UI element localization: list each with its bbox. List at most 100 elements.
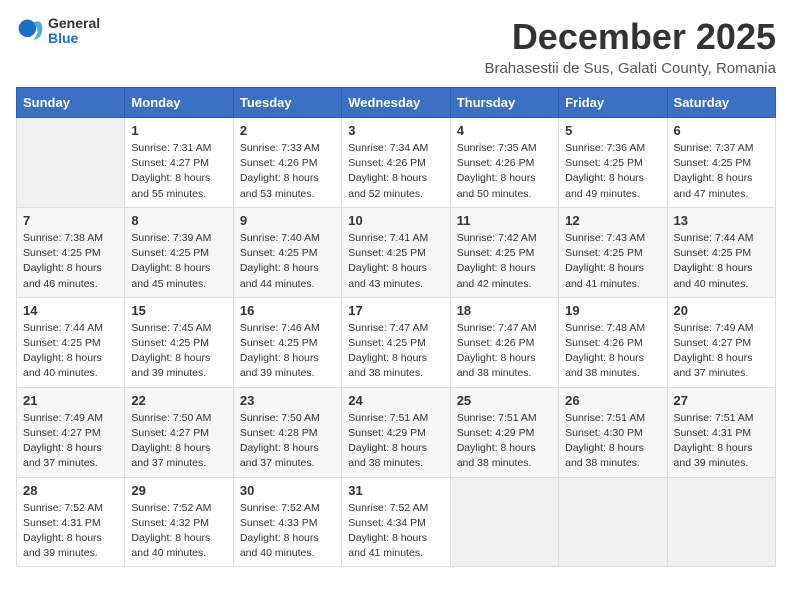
- calendar-week-row: 1 Sunrise: 7:31 AM Sunset: 4:27 PM Daylig…: [17, 118, 776, 208]
- day-number: 29: [131, 483, 226, 498]
- day-number: 30: [240, 483, 335, 498]
- day-info: Sunrise: 7:34 AM Sunset: 4:26 PM Dayligh…: [348, 141, 443, 202]
- day-number: 2: [240, 123, 335, 138]
- day-info: Sunrise: 7:52 AM Sunset: 4:32 PM Dayligh…: [131, 501, 226, 562]
- day-number: 1: [131, 123, 226, 138]
- calendar-cell: 6 Sunrise: 7:37 AM Sunset: 4:25 PM Daylig…: [667, 118, 775, 208]
- day-number: 15: [131, 303, 226, 318]
- day-number: 7: [23, 213, 118, 228]
- calendar-cell: 3 Sunrise: 7:34 AM Sunset: 4:26 PM Daylig…: [342, 118, 450, 208]
- day-info: Sunrise: 7:41 AM Sunset: 4:25 PM Dayligh…: [348, 231, 443, 292]
- calendar-cell: 7 Sunrise: 7:38 AM Sunset: 4:25 PM Daylig…: [17, 207, 125, 297]
- logo-blue: Blue: [48, 31, 100, 46]
- day-info: Sunrise: 7:36 AM Sunset: 4:25 PM Dayligh…: [565, 141, 660, 202]
- calendar-cell: 2 Sunrise: 7:33 AM Sunset: 4:26 PM Daylig…: [233, 118, 341, 208]
- calendar-cell: [559, 477, 667, 567]
- day-info: Sunrise: 7:51 AM Sunset: 4:29 PM Dayligh…: [457, 411, 552, 472]
- day-number: 11: [457, 213, 552, 228]
- calendar-cell: 4Sunrise: 7:35 AM Sunset: 4:26 PM Daylig…: [450, 118, 558, 208]
- day-info: Sunrise: 7:52 AM Sunset: 4:34 PM Dayligh…: [348, 501, 443, 562]
- day-info: Sunrise: 7:45 AM Sunset: 4:25 PM Dayligh…: [131, 321, 226, 382]
- day-info: Sunrise: 7:50 AM Sunset: 4:27 PM Dayligh…: [131, 411, 226, 472]
- calendar-cell: 16 Sunrise: 7:46 AM Sunset: 4:25 PM Dayli…: [233, 297, 341, 387]
- location-subtitle: Brahasestii de Sus, Galati County, Roman…: [484, 60, 776, 77]
- logo: General Blue: [16, 16, 100, 47]
- day-number: 23: [240, 393, 335, 408]
- day-info: Sunrise: 7:52 AM Sunset: 4:33 PM Dayligh…: [240, 501, 335, 562]
- calendar-cell: [17, 118, 125, 208]
- day-info: Sunrise: 7:46 AM Sunset: 4:25 PM Dayligh…: [240, 321, 335, 382]
- day-number: 22: [131, 393, 226, 408]
- calendar-cell: 1 Sunrise: 7:31 AM Sunset: 4:27 PM Daylig…: [125, 118, 233, 208]
- weekday-header-wednesday: Wednesday: [342, 88, 450, 118]
- calendar-cell: 30 Sunrise: 7:52 AM Sunset: 4:33 PM Dayli…: [233, 477, 341, 567]
- day-info: Sunrise: 7:51 AM Sunset: 4:31 PM Dayligh…: [674, 411, 769, 472]
- logo-general: General: [48, 16, 100, 31]
- calendar-week-row: 7 Sunrise: 7:38 AM Sunset: 4:25 PM Daylig…: [17, 207, 776, 297]
- day-info: Sunrise: 7:50 AM Sunset: 4:28 PM Dayligh…: [240, 411, 335, 472]
- day-number: 9: [240, 213, 335, 228]
- day-number: 26: [565, 393, 660, 408]
- calendar-cell: 10 Sunrise: 7:41 AM Sunset: 4:25 PM Dayli…: [342, 207, 450, 297]
- day-number: 3: [348, 123, 443, 138]
- calendar-week-row: 14 Sunrise: 7:44 AM Sunset: 4:25 PM Dayli…: [17, 297, 776, 387]
- day-number: 8: [131, 213, 226, 228]
- day-number: 5: [565, 123, 660, 138]
- day-info: Sunrise: 7:40 AM Sunset: 4:25 PM Dayligh…: [240, 231, 335, 292]
- calendar-cell: 19Sunrise: 7:48 AM Sunset: 4:26 PM Dayli…: [559, 297, 667, 387]
- calendar-cell: 11 Sunrise: 7:42 AM Sunset: 4:25 PM Dayli…: [450, 207, 558, 297]
- calendar-cell: 25 Sunrise: 7:51 AM Sunset: 4:29 PM Dayli…: [450, 387, 558, 477]
- day-info: Sunrise: 7:39 AM Sunset: 4:25 PM Dayligh…: [131, 231, 226, 292]
- day-number: 14: [23, 303, 118, 318]
- logo-icon: [16, 17, 44, 45]
- day-number: 24: [348, 393, 443, 408]
- day-info: Sunrise: 7:33 AM Sunset: 4:26 PM Dayligh…: [240, 141, 335, 202]
- day-info: Sunrise: 7:37 AM Sunset: 4:25 PM Dayligh…: [674, 141, 769, 202]
- day-number: 21: [23, 393, 118, 408]
- day-number: 13: [674, 213, 769, 228]
- day-info: Sunrise: 7:42 AM Sunset: 4:25 PM Dayligh…: [457, 231, 552, 292]
- calendar-week-row: 28Sunrise: 7:52 AM Sunset: 4:31 PM Dayli…: [17, 477, 776, 567]
- calendar-cell: 28Sunrise: 7:52 AM Sunset: 4:31 PM Dayli…: [17, 477, 125, 567]
- logo-text: General Blue: [48, 16, 100, 47]
- day-number: 17: [348, 303, 443, 318]
- day-number: 6: [674, 123, 769, 138]
- day-info: Sunrise: 7:51 AM Sunset: 4:30 PM Dayligh…: [565, 411, 660, 472]
- weekday-header-sunday: Sunday: [17, 88, 125, 118]
- day-number: 25: [457, 393, 552, 408]
- calendar-cell: 23 Sunrise: 7:50 AM Sunset: 4:28 PM Dayli…: [233, 387, 341, 477]
- day-number: 31: [348, 483, 443, 498]
- weekday-header-friday: Friday: [559, 88, 667, 118]
- weekday-header-saturday: Saturday: [667, 88, 775, 118]
- day-info: Sunrise: 7:35 AM Sunset: 4:26 PM Dayligh…: [457, 141, 552, 202]
- calendar-cell: 22 Sunrise: 7:50 AM Sunset: 4:27 PM Dayli…: [125, 387, 233, 477]
- title-area: December 2025 Brahasestii de Sus, Galati…: [484, 16, 776, 77]
- calendar-cell: 31 Sunrise: 7:52 AM Sunset: 4:34 PM Dayli…: [342, 477, 450, 567]
- calendar-cell: 12 Sunrise: 7:43 AM Sunset: 4:25 PM Dayli…: [559, 207, 667, 297]
- page-header: General Blue December 2025 Brahasestii d…: [16, 16, 776, 77]
- calendar-cell: 20Sunrise: 7:49 AM Sunset: 4:27 PM Dayli…: [667, 297, 775, 387]
- day-info: Sunrise: 7:48 AM Sunset: 4:26 PM Dayligh…: [565, 321, 660, 382]
- calendar-table: SundayMondayTuesdayWednesdayThursdayFrid…: [16, 87, 776, 567]
- day-info: Sunrise: 7:31 AM Sunset: 4:27 PM Dayligh…: [131, 141, 226, 202]
- day-number: 12: [565, 213, 660, 228]
- day-number: 18: [457, 303, 552, 318]
- day-info: Sunrise: 7:47 AM Sunset: 4:26 PM Dayligh…: [457, 321, 552, 382]
- day-number: 28: [23, 483, 118, 498]
- day-number: 10: [348, 213, 443, 228]
- calendar-cell: 5 Sunrise: 7:36 AM Sunset: 4:25 PM Daylig…: [559, 118, 667, 208]
- day-info: Sunrise: 7:43 AM Sunset: 4:25 PM Dayligh…: [565, 231, 660, 292]
- day-info: Sunrise: 7:38 AM Sunset: 4:25 PM Dayligh…: [23, 231, 118, 292]
- calendar-cell: 18 Sunrise: 7:47 AM Sunset: 4:26 PM Dayli…: [450, 297, 558, 387]
- calendar-cell: [450, 477, 558, 567]
- day-info: Sunrise: 7:44 AM Sunset: 4:25 PM Dayligh…: [23, 321, 118, 382]
- calendar-cell: 24 Sunrise: 7:51 AM Sunset: 4:29 PM Dayli…: [342, 387, 450, 477]
- day-number: 16: [240, 303, 335, 318]
- calendar-week-row: 21Sunrise: 7:49 AM Sunset: 4:27 PM Dayli…: [17, 387, 776, 477]
- calendar-cell: 15 Sunrise: 7:45 AM Sunset: 4:25 PM Dayli…: [125, 297, 233, 387]
- month-year-title: December 2025: [484, 16, 776, 58]
- weekday-header-monday: Monday: [125, 88, 233, 118]
- day-info: Sunrise: 7:51 AM Sunset: 4:29 PM Dayligh…: [348, 411, 443, 472]
- day-info: Sunrise: 7:49 AM Sunset: 4:27 PM Dayligh…: [674, 321, 769, 382]
- weekday-header-row: SundayMondayTuesdayWednesdayThursdayFrid…: [17, 88, 776, 118]
